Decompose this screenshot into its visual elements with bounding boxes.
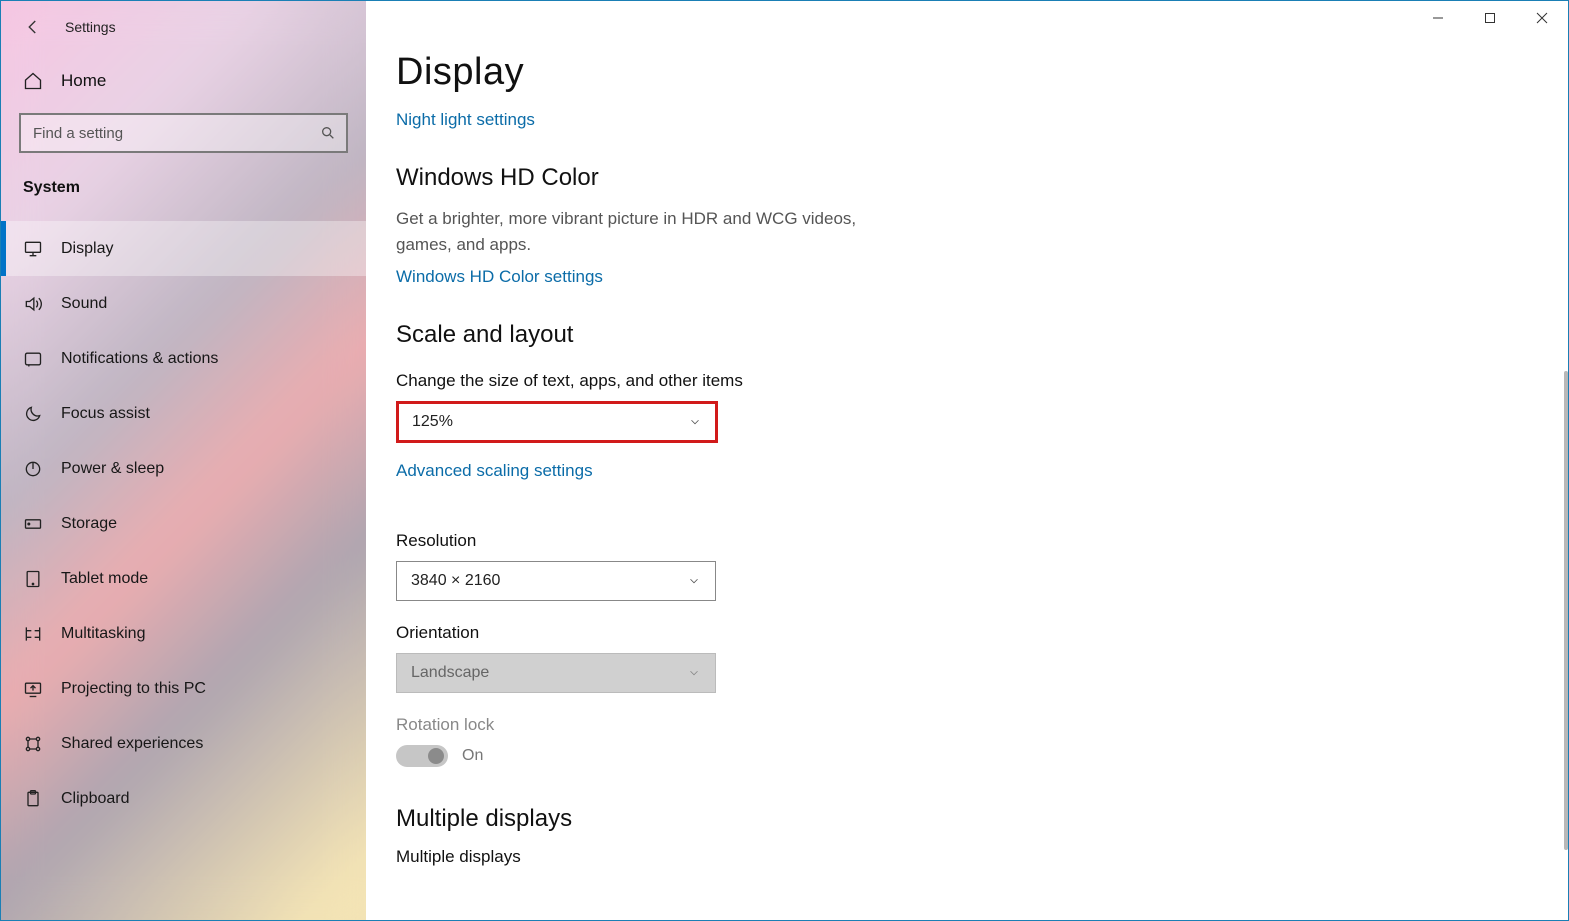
back-button[interactable] xyxy=(21,15,45,39)
window-controls xyxy=(1412,1,1568,35)
sidebar-home[interactable]: Home xyxy=(1,41,366,113)
arrow-left-icon xyxy=(24,18,42,36)
minimize-button[interactable] xyxy=(1412,1,1464,35)
toggle-knob xyxy=(428,748,444,764)
moon-icon xyxy=(23,404,43,424)
text-size-label: Change the size of text, apps, and other… xyxy=(396,371,1046,391)
shared-icon xyxy=(23,734,43,754)
scale-heading: Scale and layout xyxy=(396,321,1046,349)
sidebar-item-display[interactable]: Display xyxy=(1,221,366,276)
nav-label: Sound xyxy=(61,295,107,313)
scrollbar[interactable] xyxy=(1564,371,1568,850)
rotation-lock-toggle xyxy=(396,745,448,767)
sidebar: Settings Home System Display Sound Notif… xyxy=(1,1,366,920)
nav-label: Display xyxy=(61,240,113,258)
rotation-lock-state: On xyxy=(462,747,483,765)
sidebar-item-projecting[interactable]: Projecting to this PC xyxy=(1,661,366,716)
close-button[interactable] xyxy=(1516,1,1568,35)
hd-color-link[interactable]: Windows HD Color settings xyxy=(396,267,603,287)
nav-label: Multitasking xyxy=(61,625,145,643)
hd-color-heading: Windows HD Color xyxy=(396,164,1046,192)
sidebar-item-focus-assist[interactable]: Focus assist xyxy=(1,386,366,441)
rotation-lock-label: Rotation lock xyxy=(396,715,1046,735)
chevron-down-icon xyxy=(688,415,702,429)
sidebar-item-sound[interactable]: Sound xyxy=(1,276,366,331)
close-icon xyxy=(1536,12,1548,24)
category-header: System xyxy=(1,179,366,221)
maximize-icon xyxy=(1484,12,1496,24)
nav-list: Display Sound Notifications & actions Fo… xyxy=(1,221,366,826)
sidebar-item-tablet[interactable]: Tablet mode xyxy=(1,551,366,606)
resolution-value: 3840 × 2160 xyxy=(411,572,500,590)
sidebar-item-power[interactable]: Power & sleep xyxy=(1,441,366,496)
nav-label: Projecting to this PC xyxy=(61,680,206,698)
storage-icon xyxy=(23,514,43,534)
nav-label: Power & sleep xyxy=(61,460,164,478)
window-title: Settings xyxy=(65,19,116,35)
nav-label: Clipboard xyxy=(61,790,129,808)
sidebar-item-shared[interactable]: Shared experiences xyxy=(1,716,366,771)
maximize-button[interactable] xyxy=(1464,1,1516,35)
text-size-value: 125% xyxy=(412,413,453,431)
night-light-link[interactable]: Night light settings xyxy=(396,110,535,130)
home-label: Home xyxy=(61,71,106,91)
nav-label: Shared experiences xyxy=(61,735,203,753)
notifications-icon xyxy=(23,349,43,369)
sidebar-item-multitasking[interactable]: Multitasking xyxy=(1,606,366,661)
search-input[interactable] xyxy=(19,113,348,153)
multitasking-icon xyxy=(23,624,43,644)
chevron-down-icon xyxy=(687,574,701,588)
nav-label: Notifications & actions xyxy=(61,350,218,368)
minimize-icon xyxy=(1432,12,1444,24)
sound-icon xyxy=(23,294,43,314)
power-icon xyxy=(23,459,43,479)
orientation-value: Landscape xyxy=(411,664,489,682)
sidebar-item-notifications[interactable]: Notifications & actions xyxy=(1,331,366,386)
main-panel: Display Night light settings Windows HD … xyxy=(366,1,1568,920)
hd-color-desc: Get a brighter, more vibrant picture in … xyxy=(396,206,906,257)
tablet-icon xyxy=(23,569,43,589)
nav-label: Focus assist xyxy=(61,405,150,423)
sidebar-item-storage[interactable]: Storage xyxy=(1,496,366,551)
home-icon xyxy=(23,71,43,91)
sidebar-item-clipboard[interactable]: Clipboard xyxy=(1,771,366,826)
nav-label: Tablet mode xyxy=(61,570,148,588)
text-size-dropdown[interactable]: 125% xyxy=(396,401,718,443)
orientation-label: Orientation xyxy=(396,623,1046,643)
resolution-dropdown[interactable]: 3840 × 2160 xyxy=(396,561,716,601)
orientation-dropdown: Landscape xyxy=(396,653,716,693)
resolution-label: Resolution xyxy=(396,531,1046,551)
multiple-displays-heading: Multiple displays xyxy=(396,805,1046,833)
display-icon xyxy=(23,239,43,259)
multiple-displays-sub: Multiple displays xyxy=(396,847,1046,867)
clipboard-icon xyxy=(23,789,43,809)
advanced-scaling-link[interactable]: Advanced scaling settings xyxy=(396,461,593,481)
nav-label: Storage xyxy=(61,515,117,533)
projecting-icon xyxy=(23,679,43,699)
search-icon xyxy=(320,125,336,141)
page-title: Display xyxy=(396,51,1046,94)
active-indicator xyxy=(1,221,6,276)
chevron-down-icon xyxy=(687,666,701,680)
